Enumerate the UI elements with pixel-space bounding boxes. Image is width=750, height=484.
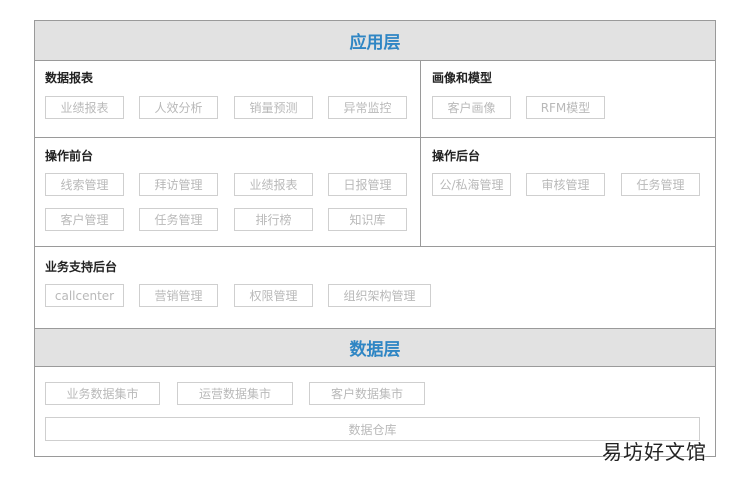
watermark-text: 易坊好文馆	[602, 440, 707, 464]
operation-back-title: 操作后台	[432, 149, 481, 163]
app-layer-title: 应用层	[349, 33, 401, 53]
data-mart-item[interactable]: 运营数据集市	[177, 382, 293, 405]
portrait-models-title: 画像和模型	[432, 71, 493, 85]
business-support-item[interactable]: 组织架构管理	[328, 284, 431, 307]
app-layer-header: 应用层	[35, 21, 715, 61]
business-support-item[interactable]: 权限管理	[234, 284, 313, 307]
architecture-diagram: 应用层 数据报表 业绩报表 人效分析 销量预测 异常监控 画像和模型 客户画像 …	[34, 20, 716, 457]
operation-front-item[interactable]: 客户管理	[45, 208, 124, 231]
operation-front-item[interactable]: 知识库	[328, 208, 407, 231]
operation-back-item[interactable]: 审核管理	[526, 173, 605, 196]
business-support-title: 业务支持后台	[45, 260, 118, 274]
divider-column	[420, 61, 421, 246]
data-reports-item[interactable]: 异常监控	[328, 96, 407, 119]
operation-front-item[interactable]: 排行榜	[234, 208, 313, 231]
data-reports-item[interactable]: 人效分析	[139, 96, 218, 119]
operation-front-item[interactable]: 任务管理	[139, 208, 218, 231]
divider-row-1	[35, 137, 715, 138]
data-reports-title: 数据报表	[45, 71, 94, 85]
operation-front-item[interactable]: 拜访管理	[139, 173, 218, 196]
data-reports-item[interactable]: 销量预测	[234, 96, 313, 119]
data-layer-header: 数据层	[35, 328, 715, 367]
operation-front-item[interactable]: 业绩报表	[234, 173, 313, 196]
operation-back-item[interactable]: 任务管理	[621, 173, 700, 196]
operation-front-item[interactable]: 日报管理	[328, 173, 407, 196]
portrait-models-item[interactable]: RFM模型	[526, 96, 605, 119]
business-support-item[interactable]: callcenter	[45, 284, 124, 307]
portrait-models-item[interactable]: 客户画像	[432, 96, 511, 119]
data-mart-item[interactable]: 业务数据集市	[45, 382, 160, 405]
data-mart-item[interactable]: 客户数据集市	[309, 382, 425, 405]
operation-back-item[interactable]: 公/私海管理	[432, 173, 511, 196]
operation-front-item[interactable]: 线索管理	[45, 173, 124, 196]
data-reports-item[interactable]: 业绩报表	[45, 96, 124, 119]
business-support-item[interactable]: 营销管理	[139, 284, 218, 307]
data-layer-title: 数据层	[349, 340, 401, 360]
operation-front-title: 操作前台	[45, 149, 94, 163]
divider-row-2	[35, 246, 715, 247]
